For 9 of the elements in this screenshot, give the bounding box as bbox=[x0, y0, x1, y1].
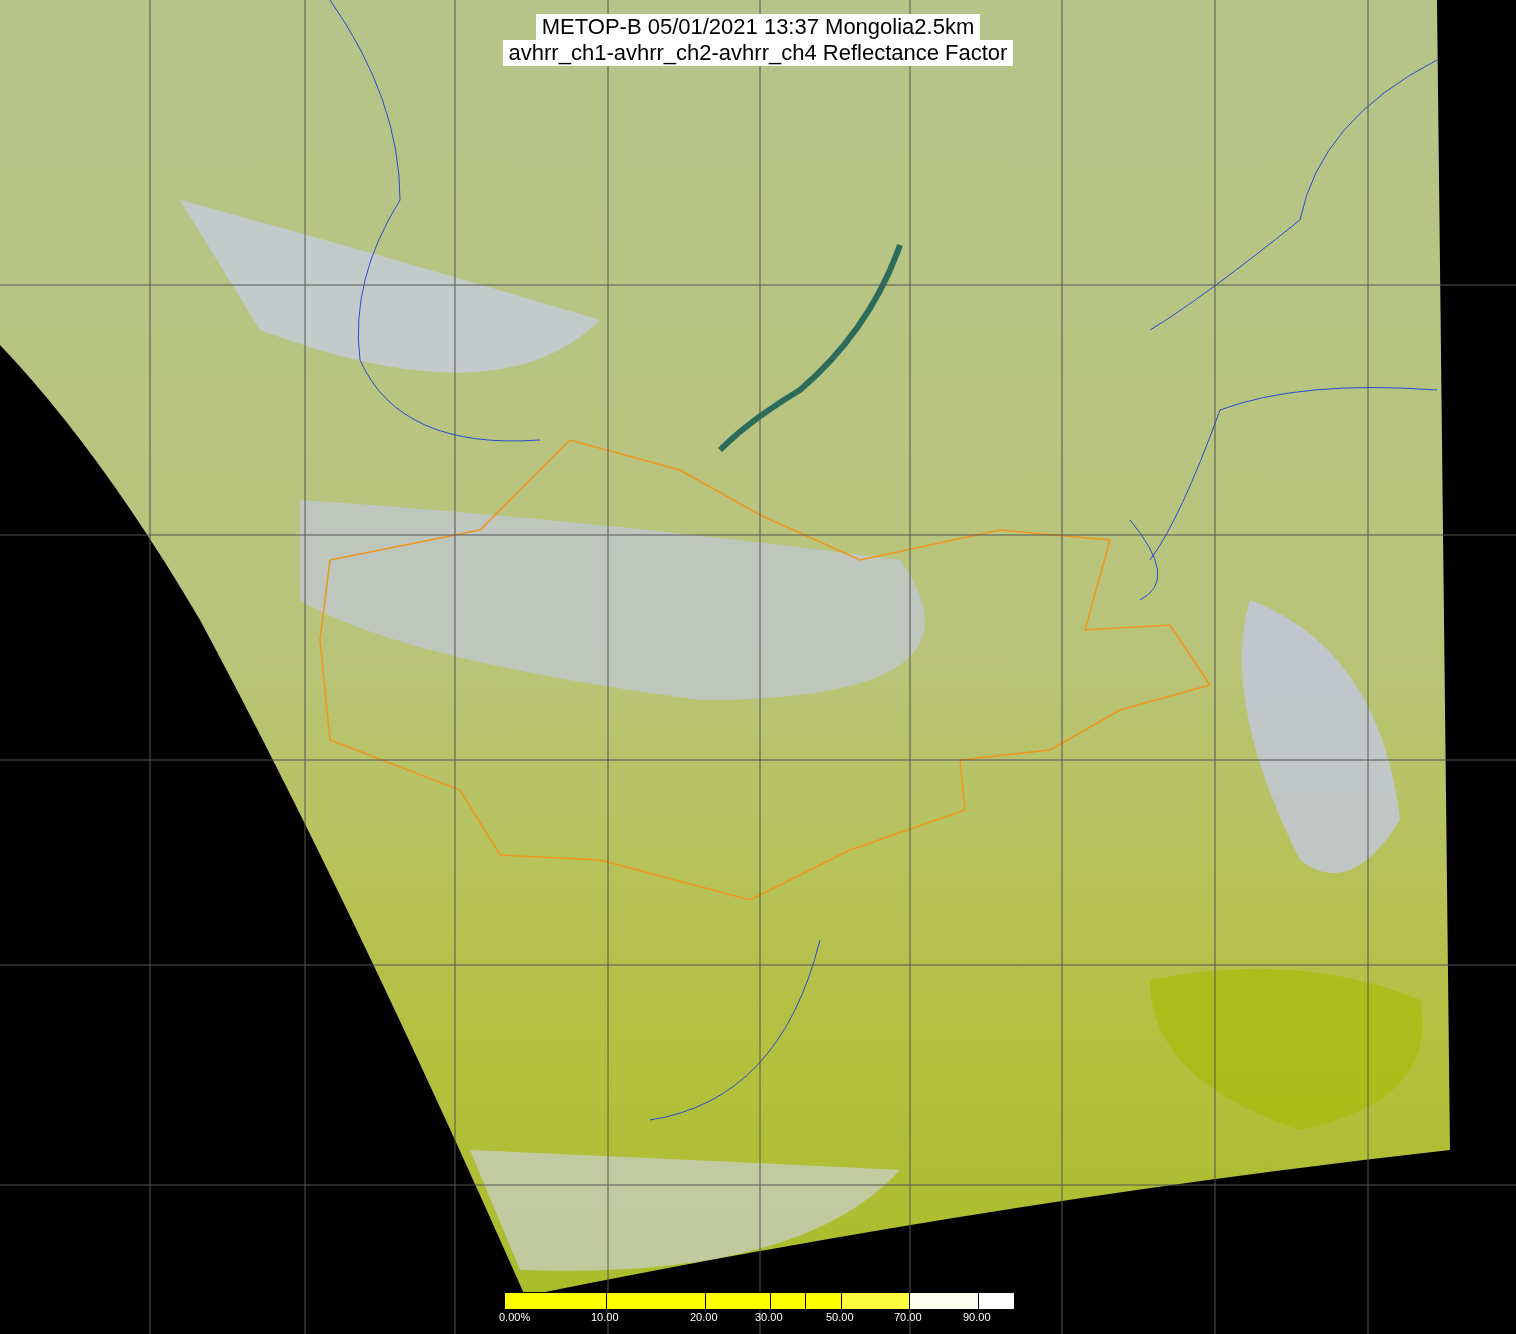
colorbar-label: 10.00 bbox=[591, 1311, 619, 1324]
colorbar-label: 50.00 bbox=[826, 1311, 854, 1324]
colorbar-label: 20.00 bbox=[690, 1311, 718, 1324]
colorbar-label: 90.00 bbox=[963, 1311, 991, 1324]
map-title: METOP-B 05/01/2021 13:37 Mongolia2.5km bbox=[535, 14, 981, 40]
colorbar-label: 0.00% bbox=[499, 1311, 531, 1324]
map-title: avhrr_ch1-avhrr_ch2-avhrr_ch4 Reflectance Factor bbox=[502, 40, 1014, 66]
colorbar-label: 70.00 bbox=[894, 1311, 922, 1324]
colorbar-label: 30.00 bbox=[755, 1311, 783, 1324]
